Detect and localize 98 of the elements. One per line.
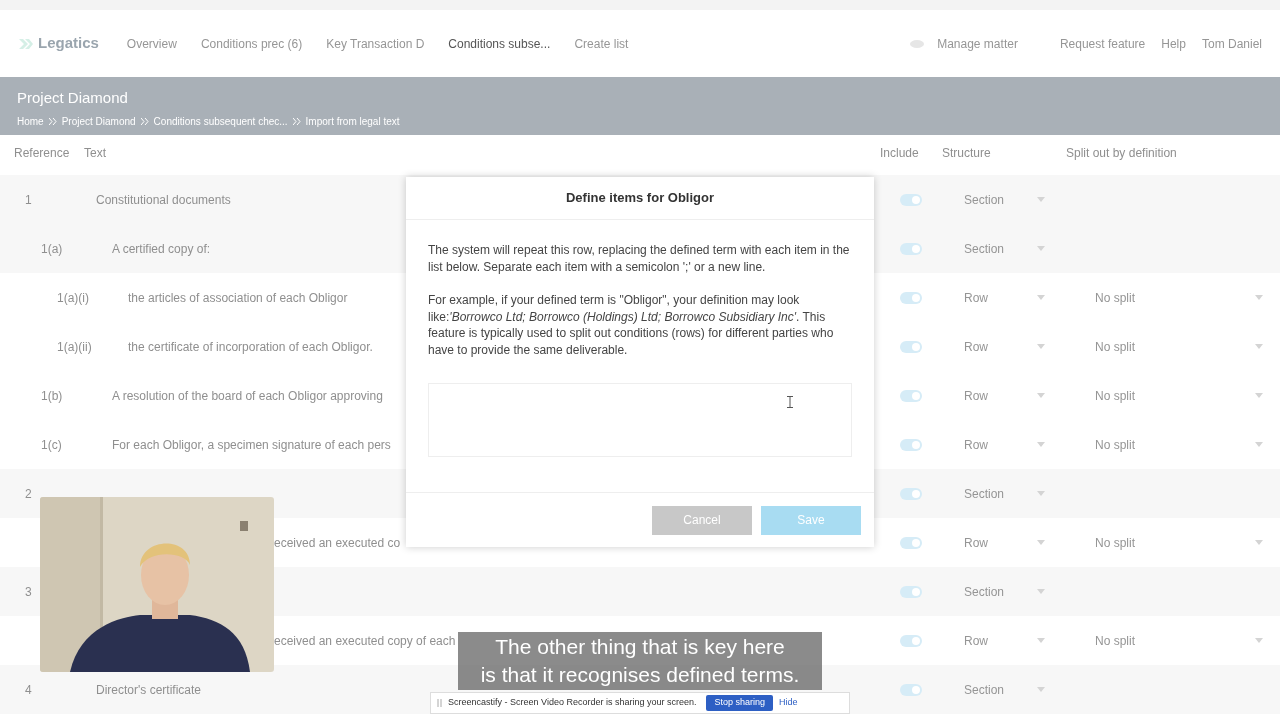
breadcrumb-link[interactable]: Conditions subsequent chec...	[153, 113, 288, 129]
reference-cell-text: 1(c)	[41, 436, 62, 454]
include-toggle[interactable]	[900, 389, 922, 402]
caret-icon	[1255, 540, 1263, 545]
structure-dropdown[interactable]: Section	[956, 239, 1051, 258]
split-dropdown[interactable]: No split	[1091, 288, 1263, 307]
structure-dropdown[interactable]: Row	[956, 631, 1051, 650]
column-header: Include	[880, 145, 920, 162]
eye-icon	[909, 38, 926, 49]
structure-dropdown[interactable]: Row	[956, 288, 1051, 307]
logo-text: Legatics	[38, 33, 99, 54]
caret-icon	[1255, 295, 1263, 300]
nav-tab[interactable]: Conditions subse...	[448, 34, 551, 53]
caption-line: is that it recognises defined terms.	[480, 662, 800, 688]
caret-icon	[1037, 540, 1045, 545]
caret-icon	[1255, 442, 1263, 447]
structure-dropdown[interactable]: Section	[956, 582, 1051, 601]
stop-sharing-button[interactable]: Stop sharing	[706, 695, 773, 711]
chevron-icon	[48, 117, 57, 125]
caret-icon	[1255, 638, 1263, 643]
pause-icon	[437, 699, 442, 707]
caret-icon	[1037, 638, 1045, 643]
include-toggle[interactable]	[900, 242, 922, 255]
include-toggle[interactable]	[900, 634, 922, 647]
caret-icon	[1037, 393, 1045, 398]
structure-dropdown[interactable]: Section	[956, 484, 1051, 503]
reference-cell-text: 4	[25, 681, 32, 699]
structure-dropdown[interactable]: Section	[956, 190, 1051, 209]
column-header: Structure	[942, 145, 992, 162]
dialog-paragraph: The system will repeat this row, replacing the defined term with each item in the list below. Separate each item with a semicolon ';' or a new line.	[428, 242, 851, 275]
structure-dropdown[interactable]: Row	[956, 533, 1051, 552]
reference-cell-text: 3	[25, 583, 32, 601]
nav-tab[interactable]: Key Transaction D	[326, 34, 425, 53]
text-cell-text: Constitutional documents	[96, 191, 231, 209]
reference-cell-text: 1(a)(ii)	[57, 338, 92, 356]
chevron-icon	[140, 117, 149, 125]
include-toggle[interactable]	[900, 193, 922, 206]
caret-icon	[1255, 344, 1263, 349]
include-toggle[interactable]	[900, 585, 922, 598]
share-message: Screencastify - Screen Video Recorder is sharing your screen.	[448, 696, 697, 710]
column-header: Reference	[14, 145, 71, 162]
structure-dropdown[interactable]: Row	[956, 386, 1051, 405]
structure-dropdown[interactable]: Row	[956, 435, 1051, 454]
column-header: Split out by definition	[1066, 145, 1177, 162]
split-dropdown[interactable]: No split	[1091, 631, 1263, 650]
nav-link[interactable]: Tom Daniel	[1201, 34, 1262, 53]
nav-link[interactable]: Help	[1161, 34, 1186, 53]
structure-dropdown[interactable]: Section	[956, 680, 1051, 699]
dialog-title: Define items for Obligor	[565, 189, 715, 208]
create-list-link[interactable]: Create list	[574, 34, 629, 53]
reference-cell-text: 1(b)	[41, 387, 63, 405]
caption-line: The other thing that is key here	[495, 634, 785, 660]
caret-icon	[1037, 295, 1045, 300]
caret-icon	[1037, 246, 1045, 251]
text-cell-text: the articles of association of each Obligor	[127, 289, 348, 307]
nav-tab[interactable]: Overview	[126, 34, 177, 53]
definition-field[interactable]	[428, 383, 852, 457]
caret-icon	[1037, 491, 1045, 496]
reference-cell-text: 1(a)(i)	[57, 289, 89, 307]
nav-link[interactable]: Manage matter	[937, 34, 1018, 53]
caret-icon	[1037, 687, 1045, 692]
structure-dropdown[interactable]: Row	[956, 337, 1051, 356]
include-toggle[interactable]	[900, 536, 922, 549]
breadcrumb-link[interactable]: Home	[17, 113, 44, 129]
caret-icon	[1037, 589, 1045, 594]
include-toggle[interactable]	[900, 340, 922, 353]
page-title: Project Diamond	[17, 88, 129, 108]
include-toggle[interactable]	[900, 438, 922, 451]
reference-cell-text: 2	[25, 485, 32, 503]
column-header: Text	[84, 145, 107, 162]
text-cursor-icon	[787, 396, 793, 408]
caret-icon	[1037, 344, 1045, 349]
nav-tab[interactable]: Conditions prec (6)	[200, 34, 303, 53]
split-dropdown[interactable]: No split	[1091, 435, 1263, 454]
text-cell-text: Director's certificate	[96, 681, 201, 699]
text-cell-text: the certificate of incorporation of each Obligor.	[127, 338, 373, 356]
caret-icon	[1037, 442, 1045, 447]
text-cell-text: A certified copy of:	[111, 240, 211, 258]
caret-icon	[1255, 393, 1263, 398]
reference-cell-text: 1(a)	[41, 240, 63, 258]
hide-link[interactable]: Hide	[779, 696, 798, 710]
text-cell-text: eceived an executed copy of each	[273, 632, 456, 650]
split-dropdown[interactable]: No split	[1091, 337, 1263, 356]
include-toggle[interactable]	[900, 683, 922, 696]
dialog-paragraph: For example, if your defined term is "Obligor", your definition may look like:'Borrowco Ltd; Borrowco (Holdings) Ltd; Borrowco Subsidiary Inc'. This feature is typically used to split out conditions (rows) for different parties who have to provide the same deliverable.	[428, 292, 835, 358]
chevron-icon	[292, 117, 301, 125]
breadcrumb-link[interactable]: Import from legal text	[305, 113, 400, 129]
split-dropdown[interactable]: No split	[1091, 533, 1263, 552]
text-cell-text: eceived an executed co	[273, 534, 401, 552]
split-dropdown[interactable]: No split	[1091, 386, 1263, 405]
include-toggle[interactable]	[900, 291, 922, 304]
reference-cell-text: 1	[25, 191, 32, 209]
text-cell-text: A resolution of the board of each Obligor approving	[111, 387, 383, 405]
include-toggle[interactable]	[900, 487, 922, 500]
text-cell-text: For each Obligor, a specimen signature of each pers	[111, 436, 391, 454]
caret-icon	[1037, 197, 1045, 202]
nav-link[interactable]: Request feature	[1059, 34, 1146, 53]
breadcrumb-link[interactable]: Project Diamond	[61, 113, 136, 129]
